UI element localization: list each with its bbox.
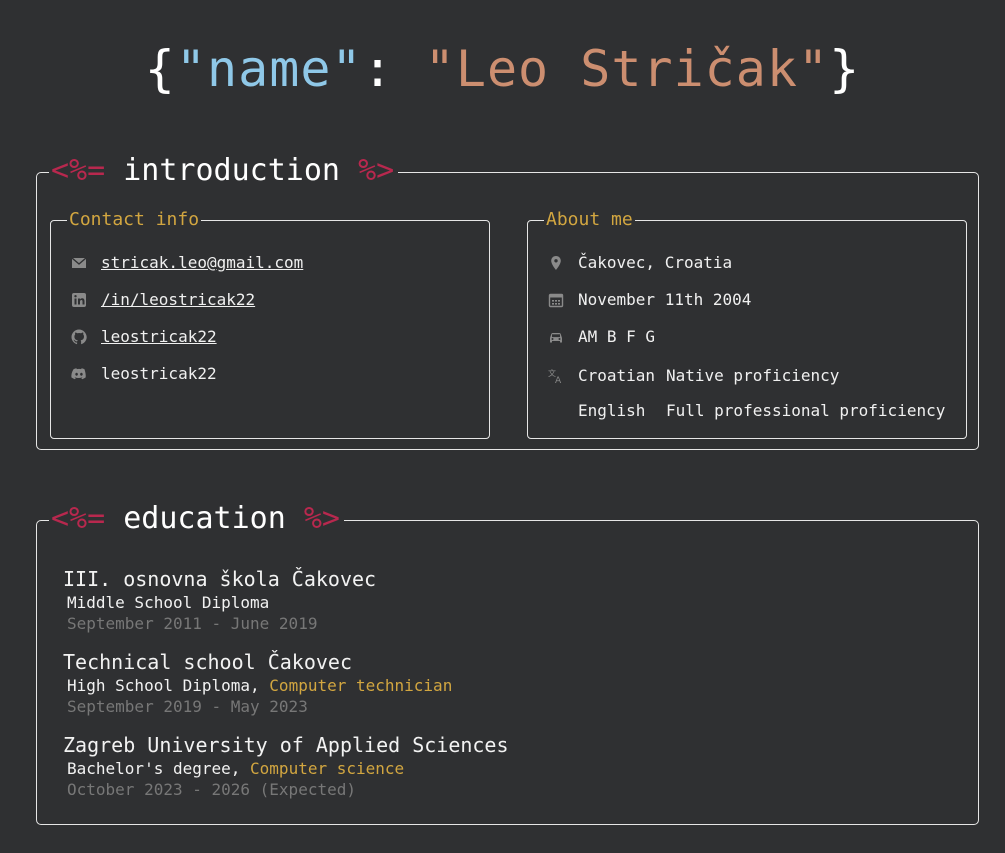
tag-close: %> [358,153,395,188]
about-card: About me Čakovec, Croatia November 11th … [527,209,967,439]
language-row-english: English Full professional proficiency [578,401,945,420]
discord-handle: leostricak22 [101,364,217,383]
about-license-row: AM B F G [548,327,655,346]
education-section: <%= education %> III. osnovna škola Čako… [36,502,979,825]
page-title: {"name": "Leo Stričak"} [0,38,1005,100]
language-level: Full professional proficiency [666,401,946,420]
section-title: education [123,501,286,536]
education-dates: September 2011 - June 2019 [67,614,318,633]
degree-text: Bachelor's degree, [67,759,241,778]
language-name: Croatian [578,366,656,385]
education-dates: October 2023 - 2026 (Expected) [67,780,356,799]
degree-field: Computer technician [269,676,453,695]
svg-text:A: A [555,376,562,384]
about-birthday-row: November 11th 2004 [548,290,751,309]
linkedin-link[interactable]: /in/leostricak22 [101,290,255,309]
about-card-title: About me [544,209,635,231]
email-link[interactable]: stricak.leo@gmail.com [101,253,303,272]
section-title: introduction [123,153,340,188]
language-name: English [578,401,646,420]
contact-linkedin-row: /in/leostricak22 [71,290,255,309]
education-degree: High School Diploma, Computer technician [67,676,452,695]
introduction-section: <%= introduction %> Contact info stricak… [36,154,979,450]
about-location-row: Čakovec, Croatia [548,253,732,272]
license-text: AM B F G [578,327,656,346]
car-icon [548,329,564,345]
location-pin-icon [548,255,564,271]
translate-icon: 文A [548,368,564,384]
title-colon: : [362,40,425,98]
education-school: Zagreb University of Applied Sciences [63,733,509,757]
contact-card: Contact info stricak.leo@gmail.com /in/l… [50,209,490,439]
degree-text: High School Diploma, [67,676,260,695]
location-text: Čakovec, Croatia [578,253,733,272]
degree-text: Middle School Diploma [67,593,270,612]
close-brace: } [829,40,861,98]
discord-icon [71,366,87,382]
degree-field: Computer science [250,759,405,778]
tag-open: <%= [51,501,106,536]
mail-icon [71,255,87,271]
contact-discord-row: leostricak22 [71,364,217,383]
education-school: Technical school Čakovec [63,650,352,674]
github-icon [71,329,87,345]
title-value: "Leo Stričak" [424,40,830,98]
title-key: "name" [175,40,363,98]
tag-close: %> [303,501,340,536]
education-degree: Middle School Diploma [67,593,269,612]
language-row-croatian: 文A Croatian Native proficiency [548,366,839,385]
linkedin-icon [71,292,87,308]
contact-card-title: Contact info [67,209,202,231]
language-level: Native proficiency [666,366,840,385]
calendar-icon [548,292,564,308]
education-heading: <%= education %> [49,502,344,536]
tag-open: <%= [51,153,106,188]
open-brace: { [144,40,176,98]
introduction-heading: <%= introduction %> [49,153,399,188]
contact-email-row: stricak.leo@gmail.com [71,253,303,272]
github-link[interactable]: leostricak22 [101,327,217,346]
education-school: III. osnovna škola Čakovec [63,567,377,591]
contact-github-row: leostricak22 [71,327,217,346]
education-degree: Bachelor's degree, Computer science [67,759,404,778]
education-dates: September 2019 - May 2023 [67,697,308,716]
birthday-text: November 11th 2004 [578,290,752,309]
